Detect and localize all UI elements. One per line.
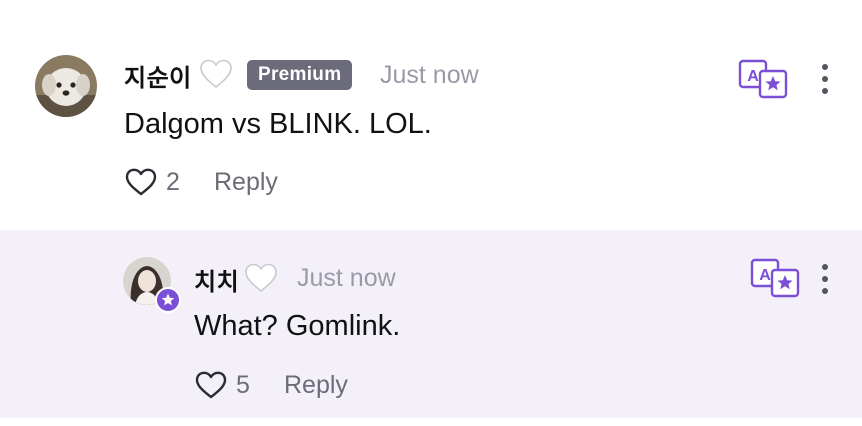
comment-timestamp: Just now (380, 61, 479, 89)
reply-button[interactable]: Reply (214, 168, 278, 197)
like-count: 2 (166, 167, 180, 196)
comment-item: 지순이 Premium Just now Dalgom vs BLINK. LO… (0, 0, 862, 228)
like-button[interactable]: 5 (194, 368, 250, 402)
more-vertical-icon[interactable] (818, 62, 832, 96)
avatar[interactable] (35, 55, 97, 117)
translate-icon[interactable]: A (750, 258, 800, 298)
svg-text:A: A (747, 68, 759, 85)
comment-text: Dalgom vs BLINK. LOL. (124, 108, 432, 140)
heart-outline-icon (194, 370, 228, 400)
reply-button[interactable]: Reply (284, 371, 348, 400)
premium-badge: Premium (247, 60, 353, 90)
heart-outline-icon (124, 167, 158, 197)
translate-icon[interactable]: A (738, 59, 788, 99)
comment-timestamp: Just now (297, 264, 396, 292)
svg-text:A: A (759, 267, 771, 284)
comment-author[interactable]: 지순이 (124, 58, 192, 93)
more-vertical-icon[interactable] (818, 262, 832, 296)
white-heart-icon (243, 262, 279, 294)
comment-author[interactable]: 치치 (194, 262, 239, 297)
white-heart-icon (198, 58, 234, 90)
like-count: 5 (236, 370, 250, 399)
avatar[interactable] (123, 257, 181, 313)
like-button[interactable]: 2 (124, 165, 180, 199)
reply-item: 치치 Just now What? Gomlink. 5 Reply A (0, 230, 862, 418)
comment-text: What? Gomlink. (194, 310, 401, 342)
star-badge-icon (155, 287, 181, 313)
